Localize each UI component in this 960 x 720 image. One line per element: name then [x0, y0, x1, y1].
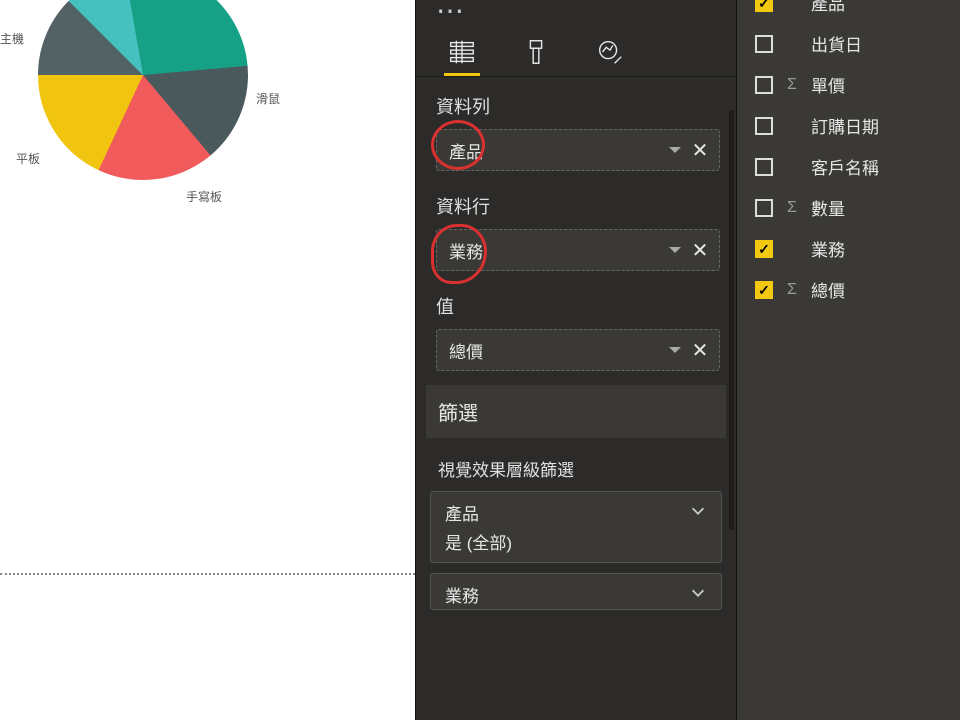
report-canvas[interactable]: 滑鼠 手寫板 平板 主機	[0, 0, 415, 720]
chevron-down-icon[interactable]	[689, 502, 707, 520]
tab-analytics[interactable]	[592, 40, 628, 76]
rows-label: 資料列	[436, 93, 720, 119]
visualizations-panel: ⋯ 資料列 產品 ✕ 資料行 業務 ✕ 值 總價	[415, 0, 736, 720]
field-checkbox[interactable]	[755, 281, 773, 299]
field-checkbox[interactable]	[755, 158, 773, 176]
field-label: 數量	[811, 195, 845, 220]
tab-fields[interactable]	[444, 40, 480, 76]
filter-card-product[interactable]: 產品 是 (全部)	[430, 491, 722, 563]
chevron-down-icon[interactable]	[669, 347, 681, 353]
sigma-icon: Σ	[783, 281, 801, 299]
visual-level-filters-label: 視覺效果層級篩選	[416, 438, 736, 491]
section-rows: 資料列 產品 ✕	[416, 77, 736, 177]
field-label: 出貨日	[811, 31, 862, 56]
field-checkbox[interactable]	[755, 0, 773, 12]
filters-header[interactable]: 篩選	[426, 385, 726, 438]
filter-card-value: 是 (全部)	[445, 529, 709, 554]
field-item[interactable]: Σ訂購日期	[737, 105, 960, 146]
chevron-down-icon[interactable]	[689, 584, 707, 602]
filter-card-sales[interactable]: 業務	[430, 573, 722, 610]
field-item[interactable]: Σ業務	[737, 228, 960, 269]
section-columns: 資料行 業務 ✕	[416, 177, 736, 277]
filter-card-title: 產品	[445, 500, 709, 525]
field-checkbox[interactable]	[755, 76, 773, 94]
field-checkbox[interactable]	[755, 35, 773, 53]
values-label: 值	[436, 293, 720, 319]
field-checkbox[interactable]	[755, 117, 773, 135]
fields-panel: Σ產品Σ出貨日 Σ 單價 Σ訂購日期Σ客戶名稱 Σ 數量 Σ業務 Σ 總價	[736, 0, 960, 720]
field-checkbox[interactable]	[755, 199, 773, 217]
pie-slices	[21, 0, 264, 197]
more-options-icon[interactable]: ⋯	[416, 0, 736, 26]
field-item[interactable]: Σ 總價	[737, 269, 960, 310]
pie-label-left-mid: 平板	[16, 150, 40, 167]
sigma-icon: Σ	[783, 199, 801, 217]
tab-format[interactable]	[518, 40, 554, 76]
pie-label-bottom: 手寫板	[186, 188, 222, 205]
remove-rows-field[interactable]: ✕	[691, 138, 709, 163]
field-item[interactable]: Σ產品	[737, 0, 960, 23]
field-item[interactable]: Σ 數量	[737, 187, 960, 228]
cols-label: 資料行	[436, 193, 720, 219]
field-label: 產品	[811, 0, 845, 15]
rows-field-well[interactable]: 產品 ✕	[436, 129, 720, 171]
remove-cols-field[interactable]: ✕	[691, 238, 709, 263]
field-item[interactable]: Σ 單價	[737, 64, 960, 105]
filter-card-title: 業務	[445, 582, 709, 607]
field-label: 訂購日期	[811, 113, 879, 138]
rows-field-name: 產品	[449, 138, 483, 163]
section-values: 值 總價 ✕	[416, 277, 736, 377]
field-item[interactable]: Σ出貨日	[737, 23, 960, 64]
values-field-well[interactable]: 總價 ✕	[436, 329, 720, 371]
chevron-down-icon[interactable]	[669, 247, 681, 253]
pie-label-left-top: 主機	[0, 30, 24, 47]
pie-label-right: 滑鼠	[256, 90, 280, 107]
values-field-name: 總價	[449, 338, 483, 363]
field-label: 總價	[811, 277, 845, 302]
field-checkbox[interactable]	[755, 240, 773, 258]
panel-scrollbar[interactable]	[729, 110, 734, 530]
field-label: 業務	[811, 236, 845, 261]
remove-values-field[interactable]: ✕	[691, 338, 709, 363]
field-label: 單價	[811, 72, 845, 97]
cols-field-well[interactable]: 業務 ✕	[436, 229, 720, 271]
viz-tab-row	[416, 26, 736, 77]
pie-chart[interactable]: 滑鼠 手寫板 平板 主機	[38, 0, 248, 180]
chevron-down-icon[interactable]	[669, 147, 681, 153]
field-item[interactable]: Σ客戶名稱	[737, 146, 960, 187]
canvas-divider	[0, 573, 415, 575]
sigma-icon: Σ	[783, 76, 801, 94]
field-label: 客戶名稱	[811, 154, 879, 179]
cols-field-name: 業務	[449, 238, 483, 263]
